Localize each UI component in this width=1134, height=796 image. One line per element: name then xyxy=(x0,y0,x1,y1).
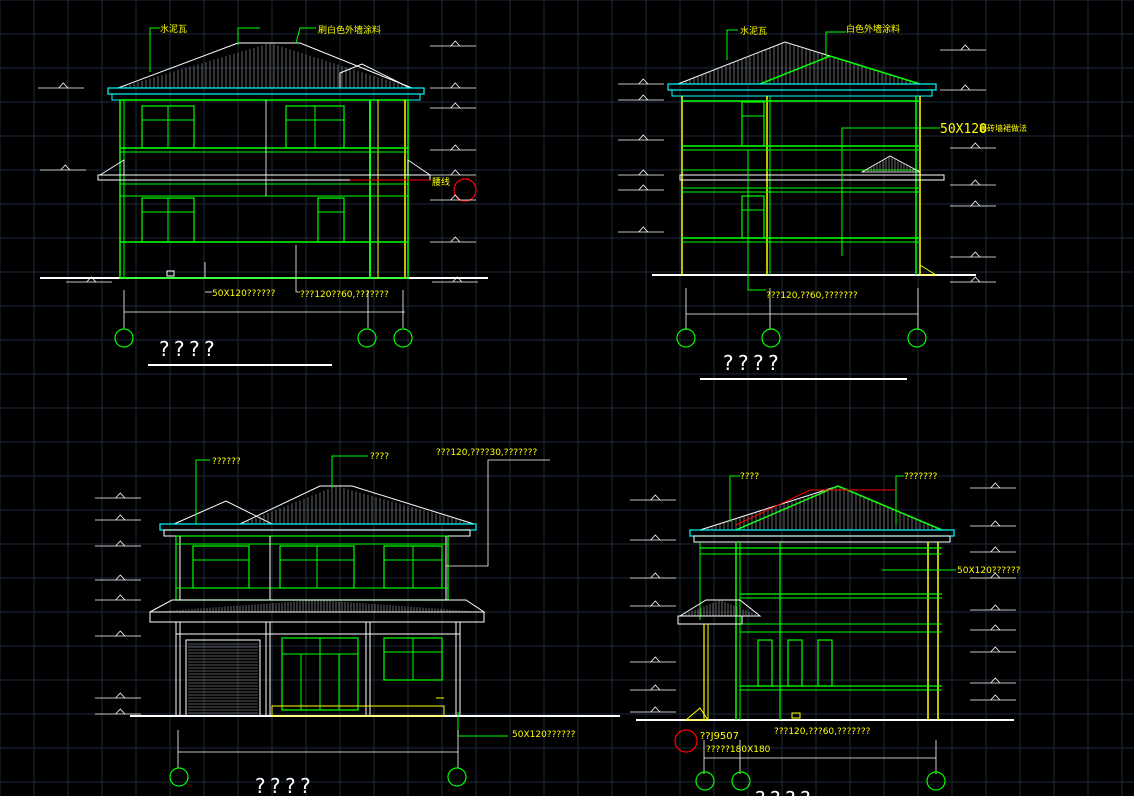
label-fascia-note: 面砖墙裙做法 xyxy=(979,123,1027,133)
label-right: ??????? xyxy=(904,472,938,482)
elevation-title: ???? xyxy=(722,351,782,375)
axis-bubble xyxy=(926,771,946,791)
axis-bubble xyxy=(393,328,413,348)
axis-bubble xyxy=(761,328,781,348)
label-left: ???? xyxy=(740,472,759,482)
elevation-4: ???? ??????? 50X120?????? ??J9507 ?????1… xyxy=(636,472,1021,796)
main-roof xyxy=(239,485,475,525)
window xyxy=(741,101,765,147)
cad-viewport[interactable]: 水泥瓦 刷白色外墙涂料 腰线 50X120?????? ???120??60,?… xyxy=(0,0,1134,796)
elevation-2: 水泥瓦 白色外墙涂料 50X120 面砖墙裙做法 ???120,??60,???… xyxy=(652,23,1027,380)
axis-bubble xyxy=(357,328,377,348)
label-size: ?????180X180 xyxy=(706,745,771,755)
elevation-1: 水泥瓦 刷白色外墙涂料 腰线 50X120?????? ???120??60,?… xyxy=(40,23,488,366)
background-grid xyxy=(0,0,1134,796)
window xyxy=(817,639,833,687)
elevation-title: ???? xyxy=(254,774,314,796)
window xyxy=(741,195,765,239)
label-left: ?????? xyxy=(212,457,241,467)
elevation-title: ???? xyxy=(754,787,814,796)
label-beam: ???120,??60,??????? xyxy=(766,291,858,301)
roof-eave xyxy=(107,87,425,95)
label-roof-tile: 水泥瓦 xyxy=(740,25,767,37)
elevation-title: ???? xyxy=(158,337,218,361)
axis-bubble xyxy=(731,771,751,791)
label-wall-paint: 刷白色外墙涂料 xyxy=(318,24,381,36)
label-roof: ???? xyxy=(370,452,389,462)
cad-drawing-canvas[interactable]: 水泥瓦 刷白色外墙涂料 腰线 50X120?????? ???120??60,?… xyxy=(0,0,1134,796)
window xyxy=(787,639,803,687)
label-right: ???120,????30,??????? xyxy=(436,448,537,458)
axis-bubble xyxy=(907,328,927,348)
window xyxy=(192,545,250,589)
label-fascia: 50X120?????? xyxy=(212,289,276,299)
label-fascia: 50X120?????? xyxy=(512,730,576,740)
label-wall-paint: 白色外墙涂料 xyxy=(846,23,900,35)
elevation-level-marks xyxy=(38,40,1016,715)
label-beam: ???120??60,??????? xyxy=(300,290,389,300)
axis-bubble xyxy=(447,767,467,787)
garage-door xyxy=(185,639,261,717)
side-roof xyxy=(173,500,273,525)
window xyxy=(757,639,773,687)
label-fascia: 50X120?????? xyxy=(957,566,1021,576)
axis-bubble xyxy=(114,328,134,348)
label-j: ??J9507 xyxy=(700,731,739,742)
label-waist-line: 腰线 xyxy=(432,176,450,188)
label-roof-tile: 水泥瓦 xyxy=(160,23,187,35)
axis-bubble xyxy=(169,767,189,787)
axis-bubble xyxy=(695,771,715,791)
roof-hatch xyxy=(121,43,411,88)
label-beam: ???120,???60,??????? xyxy=(774,727,871,737)
wall-outline xyxy=(119,99,409,279)
